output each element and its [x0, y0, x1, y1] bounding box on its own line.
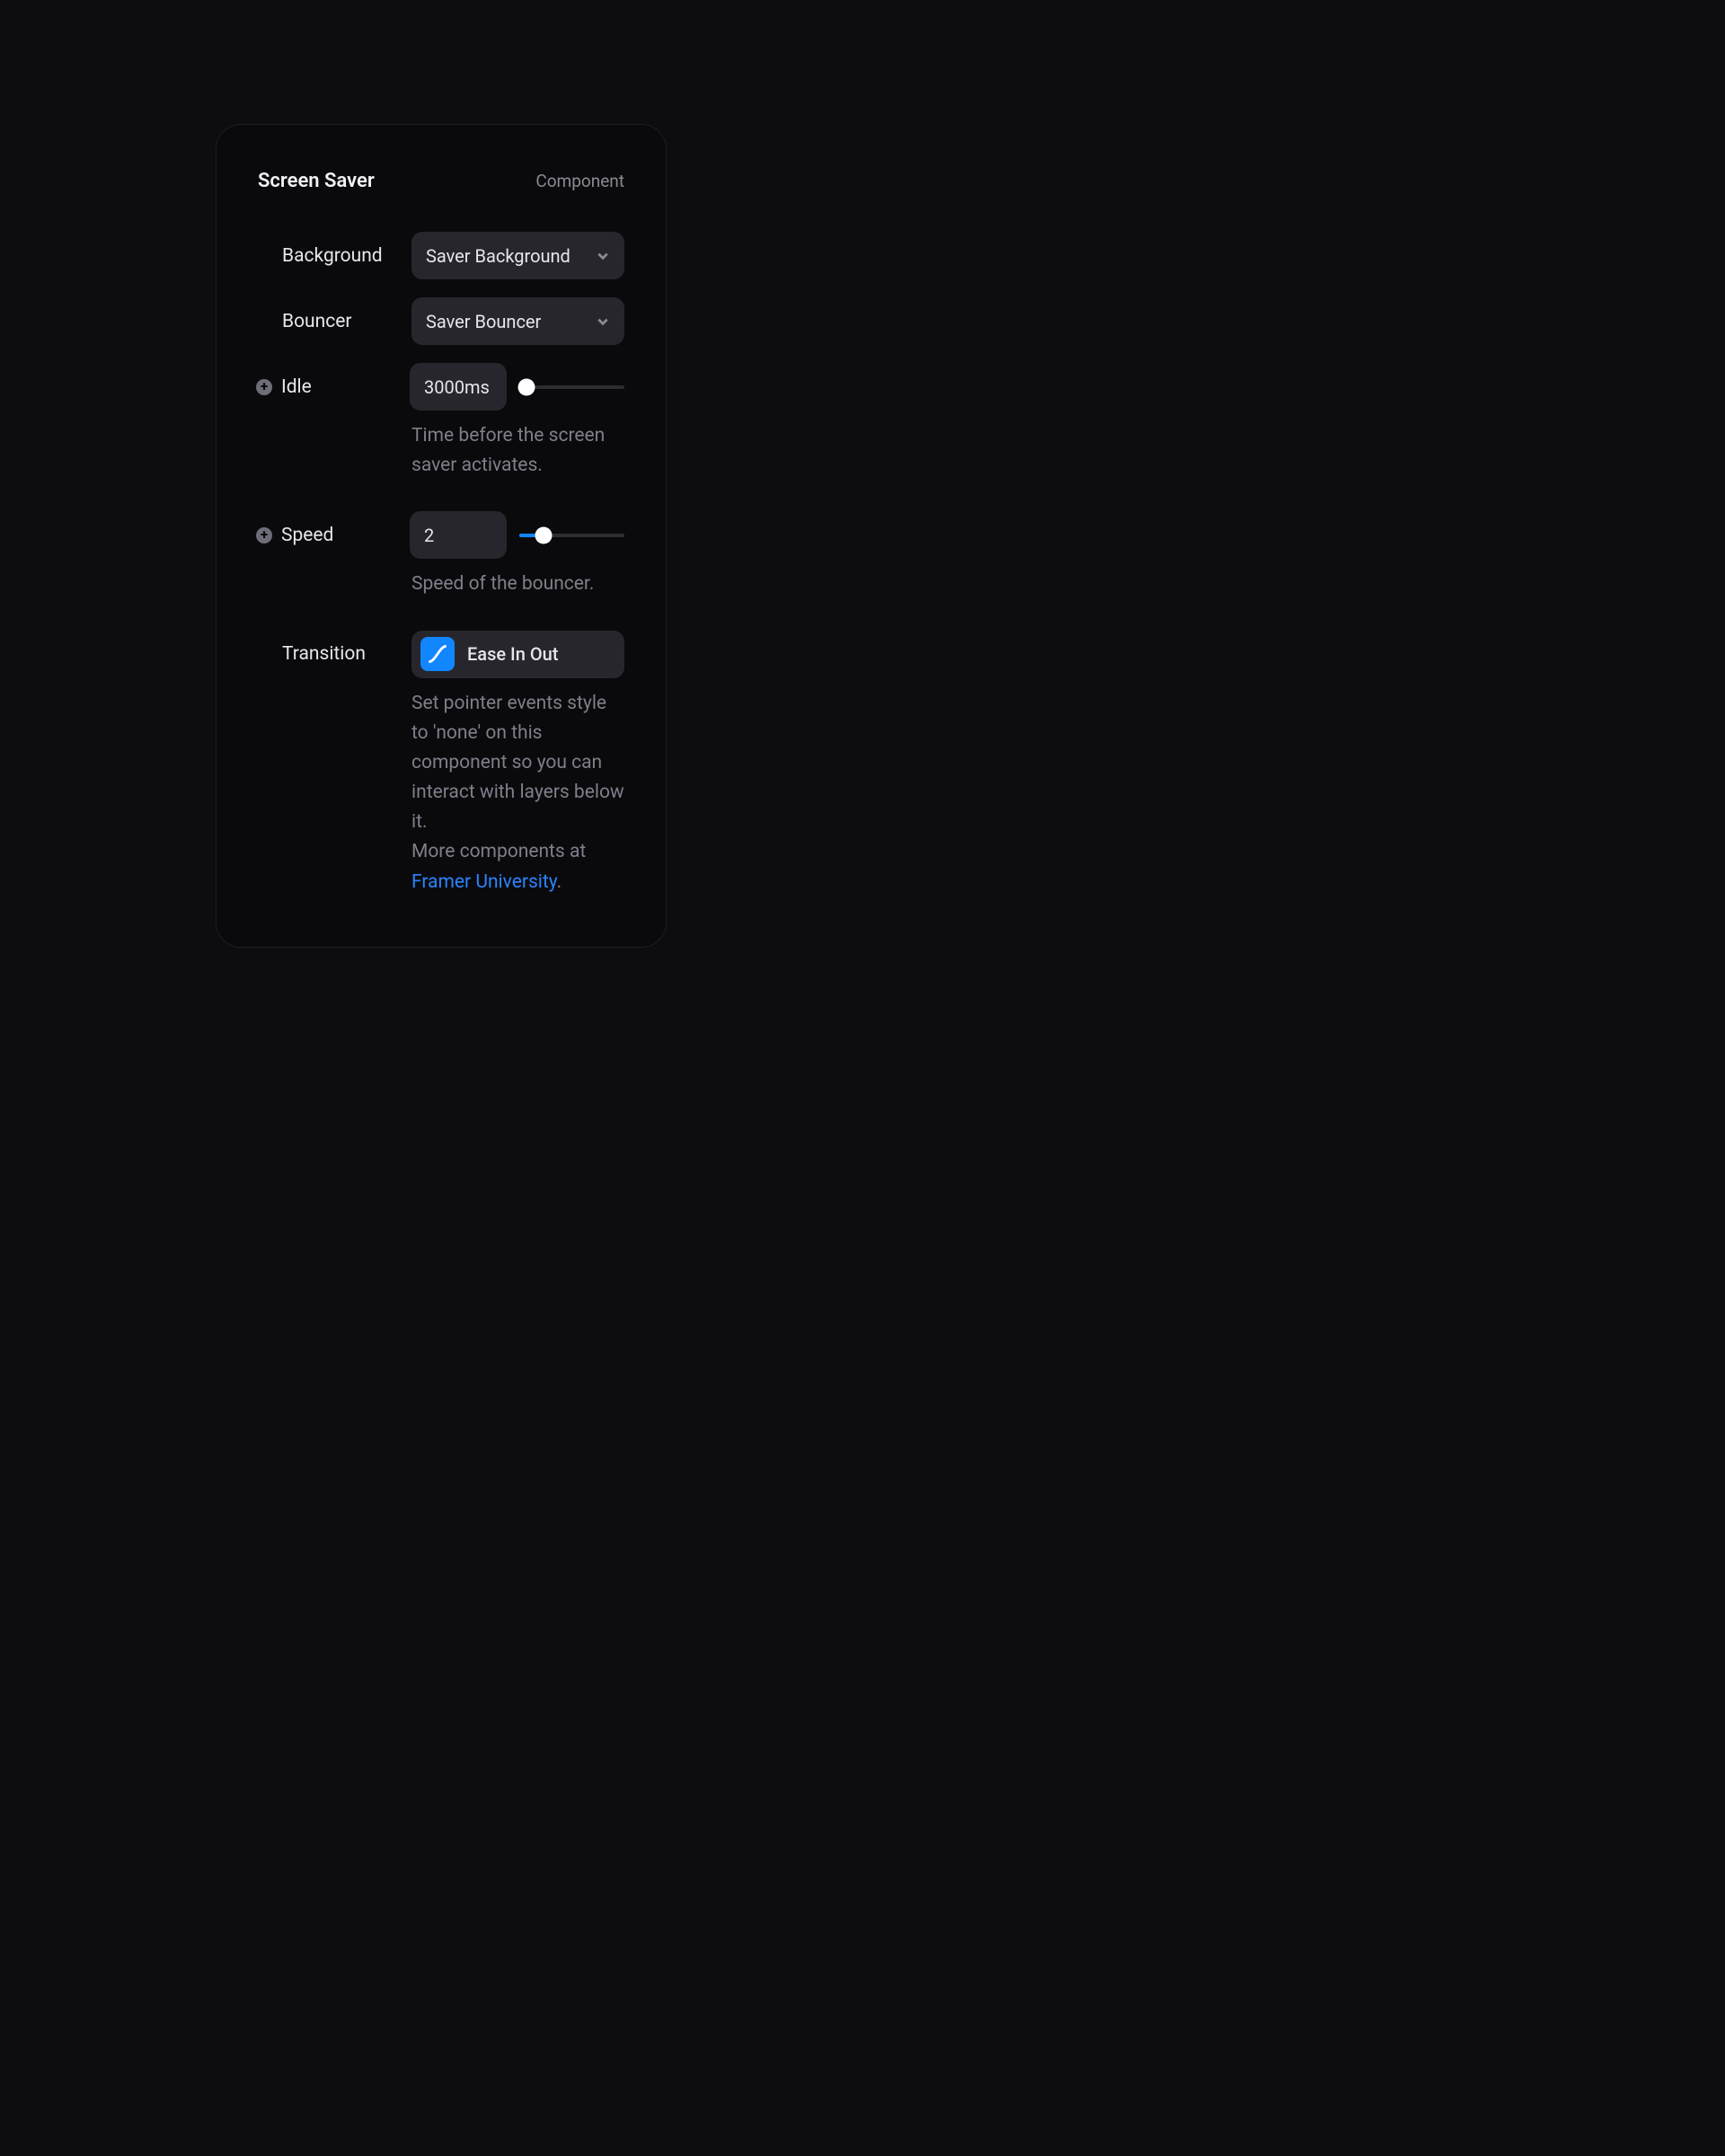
speed-description: Speed of the bouncer. [411, 570, 624, 599]
ease-curve-icon [420, 637, 455, 671]
speed-value-input[interactable]: 2 [410, 511, 507, 559]
bouncer-select[interactable]: Saver Bouncer [411, 297, 624, 345]
transition-select-value: Ease In Out [467, 643, 558, 665]
speed-value-text: 2 [424, 525, 434, 546]
idle-slider[interactable] [519, 378, 624, 396]
row-idle: Idle 3000ms [258, 363, 624, 411]
properties-panel: Screen Saver Component Background Saver … [216, 124, 667, 948]
label-transition: Transition [258, 643, 411, 665]
slider-thumb[interactable] [518, 378, 535, 395]
label-background: Background [258, 245, 411, 267]
panel-header: Screen Saver Component [258, 170, 624, 192]
chevron-down-icon [596, 249, 610, 263]
background-select[interactable]: Saver Background [411, 232, 624, 279]
label-speed: Speed [256, 525, 410, 546]
speed-slider[interactable] [519, 526, 624, 544]
transition-select[interactable]: Ease In Out [411, 631, 624, 678]
chevron-down-icon [596, 314, 610, 329]
framer-university-link[interactable]: Framer University [411, 871, 557, 893]
row-bouncer: Bouncer Saver Bouncer [258, 297, 624, 345]
row-transition: Transition Ease In Out [258, 631, 624, 678]
row-background: Background Saver Background [258, 232, 624, 279]
plus-circle-icon[interactable] [256, 379, 272, 395]
panel-type-label: Component [535, 171, 624, 191]
label-idle: Idle [256, 376, 410, 398]
background-select-value: Saver Background [426, 245, 571, 267]
transition-description-text-2a: More components at [411, 841, 586, 862]
idle-value-text: 3000ms [424, 376, 490, 398]
idle-value-input[interactable]: 3000ms [410, 363, 507, 411]
label-bouncer: Bouncer [258, 311, 411, 332]
label-speed-text: Speed [281, 525, 333, 546]
transition-description-text-2b: . [557, 871, 562, 893]
plus-circle-icon[interactable] [256, 527, 272, 543]
panel-title: Screen Saver [258, 170, 375, 192]
bouncer-select-value: Saver Bouncer [426, 311, 541, 332]
idle-description: Time before the screen saver activates. [411, 421, 624, 481]
label-idle-text: Idle [281, 376, 312, 398]
transition-description: Set pointer events style to 'none' on th… [411, 689, 624, 897]
slider-thumb[interactable] [535, 526, 552, 543]
transition-description-text-1: Set pointer events style to 'none' on th… [411, 693, 624, 834]
row-speed: Speed 2 [258, 511, 624, 559]
